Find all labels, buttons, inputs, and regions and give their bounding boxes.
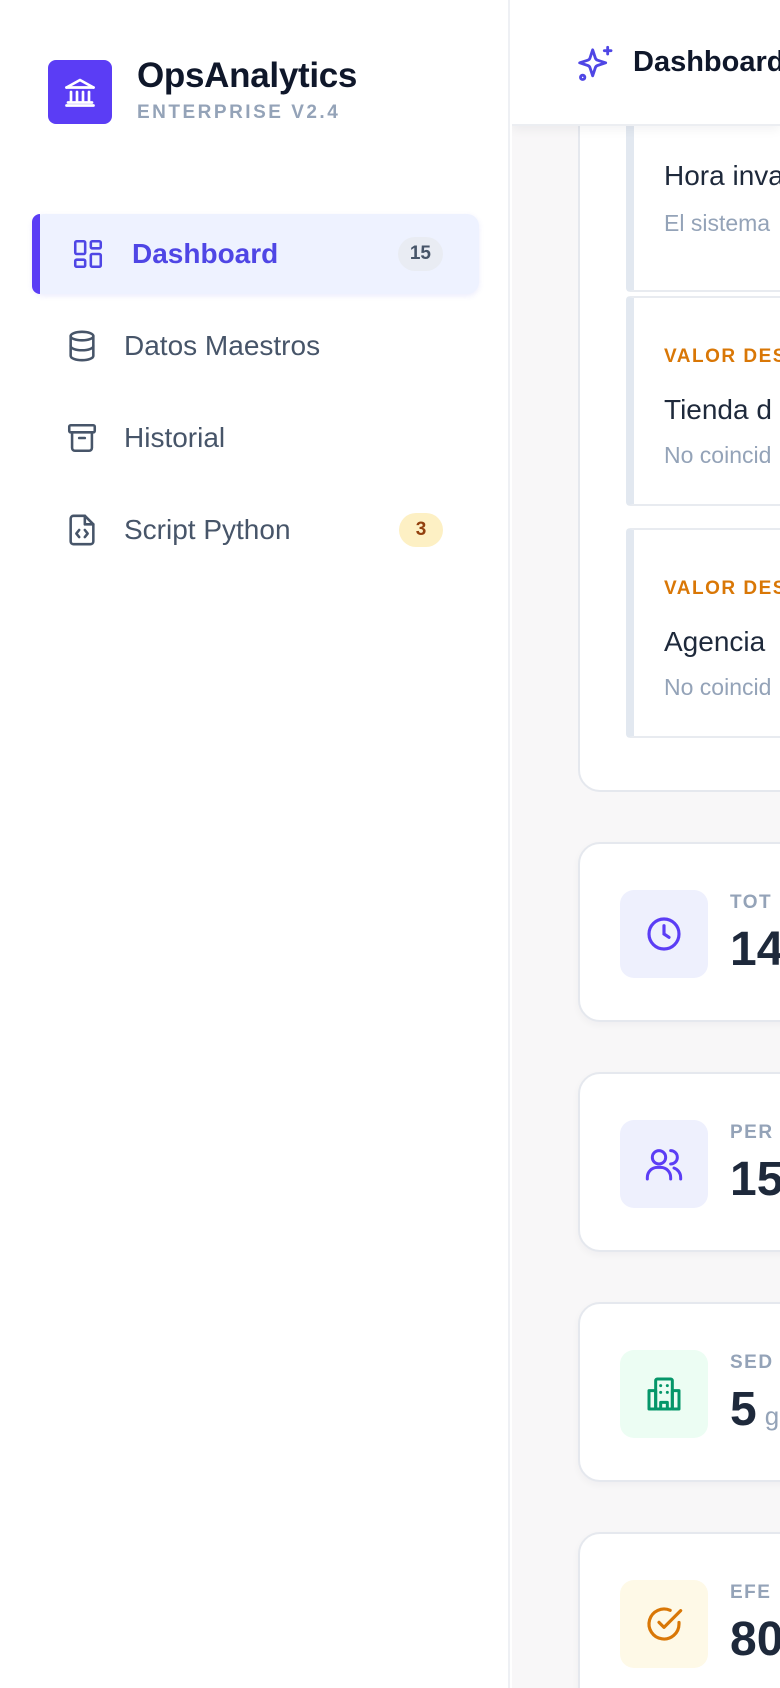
sidebar-item-label: Datos Maestros xyxy=(124,330,321,361)
stat-label: PER xyxy=(730,1122,774,1143)
stat-card-personal[interactable]: PER 15 xyxy=(578,1072,780,1252)
stat-card-sedes[interactable]: SED 5g xyxy=(578,1302,780,1482)
stat-card-efectividad[interactable]: EFE 80 xyxy=(578,1532,780,1688)
count-badge: 3 xyxy=(399,513,443,547)
alert-title: Hora inva xyxy=(664,160,780,191)
sidebar-item-historial[interactable]: Historial xyxy=(32,398,479,478)
sidebar-item-label: Historial xyxy=(124,422,226,453)
alert-description: No coincid xyxy=(664,442,772,468)
sidebar-item-datos-maestros[interactable]: Datos Maestros xyxy=(32,306,479,386)
circle-check-icon xyxy=(620,1580,708,1668)
layout-grid-icon xyxy=(70,236,106,272)
archive-icon xyxy=(64,420,100,456)
stat-label: EFE xyxy=(730,1582,772,1603)
bank-icon xyxy=(48,60,112,124)
app-version: ENTERPRISE V2.4 xyxy=(137,102,341,123)
sidebar-nav: Dashboard 15 Datos Maestros Historial Sc… xyxy=(32,214,479,582)
stat-label: TOT xyxy=(730,892,773,913)
alert-item[interactable]: VALOR DES Tienda d No coincid xyxy=(626,296,780,506)
stat-value: 5g xyxy=(730,1383,780,1436)
alert-title: Agencia xyxy=(664,626,766,657)
sparkles-icon xyxy=(576,44,616,89)
stat-value: 80 xyxy=(730,1613,780,1666)
stat-value: 15 xyxy=(730,1153,780,1206)
building-icon xyxy=(620,1350,708,1438)
file-code-icon xyxy=(64,512,100,548)
clock-icon xyxy=(620,890,708,978)
alert-tag: VALOR DES xyxy=(664,578,780,599)
sidebar-item-label: Dashboard xyxy=(132,238,279,269)
stat-label: SED xyxy=(730,1352,774,1373)
top-bar: Dashboard xyxy=(512,0,780,126)
alert-description: El sistema xyxy=(664,210,771,236)
sidebar: OpsAnalytics ENTERPRISE V2.4 Dashboard 1… xyxy=(0,0,510,1688)
brand[interactable]: OpsAnalytics ENTERPRISE V2.4 xyxy=(48,56,357,124)
alert-title: Tienda d xyxy=(664,394,772,425)
stat-value: 14 xyxy=(730,923,780,976)
count-badge: 15 xyxy=(397,237,443,271)
breadcrumb[interactable]: Dashboard xyxy=(633,46,780,79)
users-icon xyxy=(620,1120,708,1208)
database-icon xyxy=(64,328,100,364)
sidebar-item-script-python[interactable]: Script Python 3 xyxy=(32,490,479,570)
alert-description: No coincid xyxy=(664,674,772,700)
sidebar-item-dashboard[interactable]: Dashboard 15 xyxy=(32,214,479,294)
alert-item[interactable]: VALOR DES Agencia No coincid xyxy=(626,528,780,738)
stat-card-total[interactable]: TOT 14 xyxy=(578,842,780,1022)
main-content: Dashboard ERROR DE Hora inva El sistema … xyxy=(512,0,780,1688)
sidebar-item-label: Script Python xyxy=(124,514,291,545)
alert-tag: VALOR DES xyxy=(664,346,780,367)
app-title: OpsAnalytics xyxy=(137,56,358,95)
